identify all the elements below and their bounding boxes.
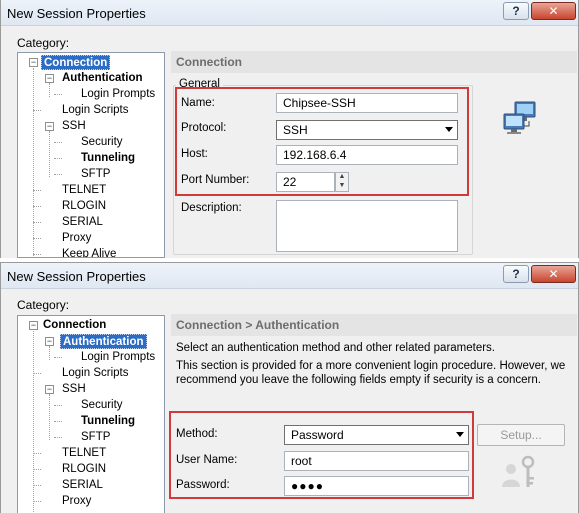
- help-button[interactable]: ?: [503, 2, 529, 20]
- tree-item-login-scripts[interactable]: Login Scripts: [62, 366, 128, 381]
- tree-item-keep-alive[interactable]: Keep Alive: [62, 247, 116, 257]
- collapse-icon[interactable]: −: [45, 122, 54, 131]
- tree-item-serial[interactable]: SERIAL: [62, 215, 103, 230]
- tree-item-telnet[interactable]: TELNET: [62, 446, 106, 461]
- tree-item-login-prompts[interactable]: Login Prompts: [81, 87, 155, 102]
- panel-title: Connection > Authentication: [171, 314, 577, 336]
- intro-text-line-3: recommend you leave the following fields…: [176, 374, 541, 386]
- tree-item-connection[interactable]: Connection: [41, 55, 111, 70]
- title-bar: New Session Properties ? ✕: [1, 0, 578, 26]
- tree-item-login-scripts[interactable]: Login Scripts: [62, 103, 128, 118]
- help-button[interactable]: ?: [503, 265, 529, 283]
- session-properties-dialog-authentication: New Session Properties ? ✕ Category: − C…: [0, 262, 579, 513]
- window-title: New Session Properties: [7, 269, 146, 284]
- collapse-icon[interactable]: −: [45, 385, 54, 394]
- tree-item-authentication[interactable]: Authentication: [62, 71, 143, 86]
- category-label: Category:: [17, 36, 70, 50]
- tree-item-authentication[interactable]: Authentication: [60, 334, 147, 349]
- setup-button[interactable]: Setup...: [477, 424, 565, 446]
- highlight-box: [175, 87, 469, 196]
- tree-item-tunneling[interactable]: Tunneling: [81, 414, 135, 429]
- intro-text-line-1: Select an authentication method and othe…: [176, 342, 496, 354]
- category-tree[interactable]: − Connection − Authentication Login Prom…: [17, 315, 165, 513]
- collapse-icon[interactable]: −: [45, 337, 54, 346]
- intro-text-line-2: This section is provided for a more conv…: [176, 360, 566, 372]
- close-button[interactable]: ✕: [531, 2, 576, 20]
- collapse-icon[interactable]: −: [29, 58, 38, 67]
- tree-item-connection[interactable]: Connection: [43, 318, 106, 333]
- window-title: New Session Properties: [7, 6, 146, 21]
- panel-title: Connection: [171, 51, 577, 73]
- close-button[interactable]: ✕: [531, 265, 576, 283]
- collapse-icon[interactable]: −: [29, 321, 38, 330]
- tree-item-rlogin[interactable]: RLOGIN: [62, 199, 106, 214]
- description-textarea[interactable]: [276, 200, 458, 252]
- tree-item-serial[interactable]: SERIAL: [62, 478, 103, 493]
- session-properties-dialog-connection: New Session Properties ? ✕ Category: − C…: [0, 0, 579, 258]
- tree-item-sftp[interactable]: SFTP: [81, 430, 110, 445]
- network-computers-icon: [501, 100, 541, 136]
- tree-item-ssh[interactable]: SSH: [62, 119, 86, 134]
- tree-item-rlogin[interactable]: RLOGIN: [62, 462, 106, 477]
- tree-item-sftp[interactable]: SFTP: [81, 167, 110, 182]
- category-tree[interactable]: − Connection − Authentication Login Prom…: [17, 52, 165, 258]
- tree-item-security[interactable]: Security: [81, 135, 123, 150]
- tree-item-ssh[interactable]: SSH: [62, 382, 86, 397]
- tree-item-proxy[interactable]: Proxy: [62, 231, 91, 246]
- tree-item-telnet[interactable]: TELNET: [62, 183, 106, 198]
- category-label: Category:: [17, 298, 70, 312]
- tree-item-tunneling[interactable]: Tunneling: [81, 151, 135, 166]
- title-bar: New Session Properties ? ✕: [1, 263, 578, 289]
- highlight-box: [169, 411, 474, 499]
- user-key-icon: [499, 455, 541, 491]
- tree-item-login-prompts[interactable]: Login Prompts: [81, 350, 155, 365]
- tree-item-security[interactable]: Security: [81, 398, 123, 413]
- tree-item-proxy[interactable]: Proxy: [62, 494, 91, 509]
- description-label: Description:: [181, 202, 242, 214]
- collapse-icon[interactable]: −: [45, 74, 54, 83]
